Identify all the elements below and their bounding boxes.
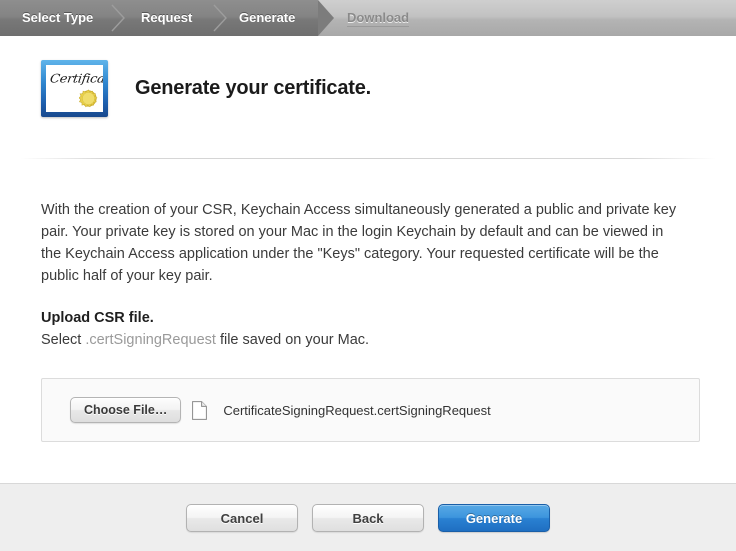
step-generate[interactable]: Generate (239, 0, 295, 36)
certificate-icon: Certificate (41, 60, 108, 117)
file-upload-box: Choose File… CertificateSigningRequest.c… (41, 378, 700, 442)
step-generate-label: Generate (239, 10, 295, 25)
section-divider (20, 158, 716, 159)
main-content: Certificate Generate your certificate. W… (0, 36, 736, 483)
step-download-label: Download (347, 10, 409, 27)
step-progress-arrow-tip (318, 0, 334, 36)
generate-button[interactable]: Generate (438, 504, 550, 532)
instruction-extension: .certSigningRequest (85, 332, 216, 348)
step-download: Download (347, 0, 409, 36)
step-progress-bar: Select Type Request Generate Download (0, 0, 736, 36)
footer-bar: Cancel Back Generate (0, 483, 736, 551)
cancel-button[interactable]: Cancel (186, 504, 298, 532)
step-request[interactable]: Request (141, 0, 192, 36)
instruction-suffix: file saved on your Mac. (216, 332, 369, 348)
document-file-icon (192, 401, 207, 420)
choose-file-button[interactable]: Choose File… (70, 397, 181, 423)
page-header: Certificate Generate your certificate. (41, 60, 371, 117)
step-request-label: Request (141, 10, 192, 25)
certificate-icon-script-text: Certificate (49, 73, 103, 87)
step-separator-chevron-1 (110, 4, 126, 32)
step-select-type[interactable]: Select Type (22, 0, 93, 36)
certificate-seal-icon (79, 89, 98, 108)
upload-section-heading: Upload CSR file. (41, 310, 154, 326)
intro-paragraph: With the creation of your CSR, Keychain … (41, 199, 681, 287)
back-button[interactable]: Back (312, 504, 424, 532)
certificate-generation-page: Select Type Request Generate Download Ce… (0, 0, 736, 551)
step-separator-chevron-2 (212, 4, 228, 32)
upload-section-instruction: Select .certSigningRequest file saved on… (41, 332, 369, 348)
footer-button-group: Cancel Back Generate (0, 504, 736, 532)
step-select-type-label: Select Type (22, 10, 93, 25)
page-title: Generate your certificate. (135, 77, 371, 100)
uploaded-file-name: CertificateSigningRequest.certSigningReq… (223, 403, 490, 418)
instruction-prefix: Select (41, 332, 85, 348)
certificate-icon-face: Certificate (46, 65, 103, 112)
